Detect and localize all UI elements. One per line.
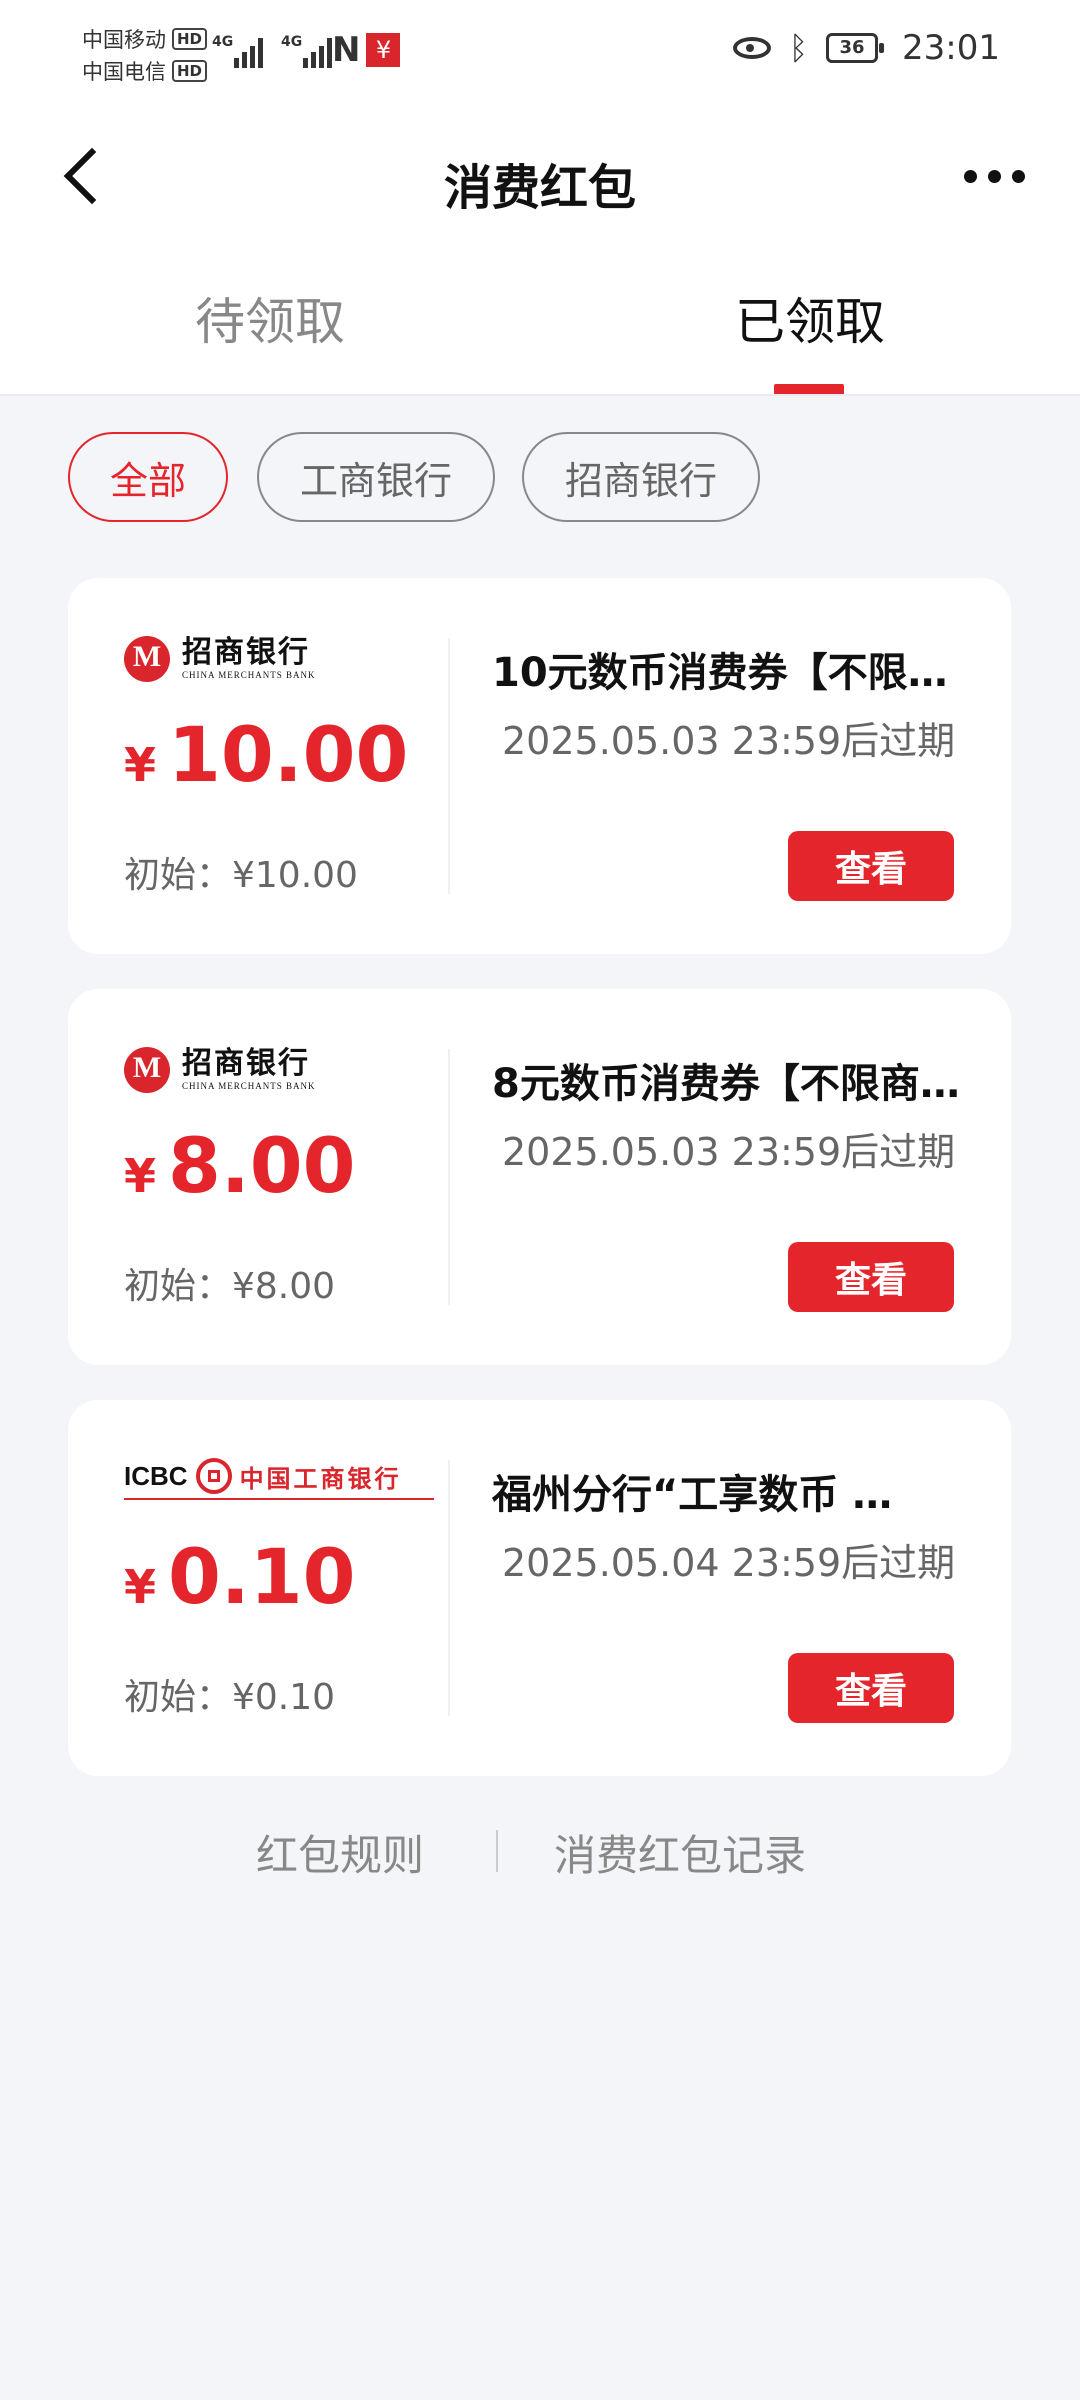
carrier-2: 中国电信 HD [82,56,208,86]
filter-chip-icbc[interactable]: 工商银行 [257,432,495,522]
amount-value: 8.00 [168,1121,356,1210]
carrier-1-name: 中国移动 [82,28,166,52]
coupon-title: 10元数币消费券【不限商户】 [492,650,962,696]
records-link[interactable]: 消费红包记录 [554,1822,806,1883]
signal-strength-icon: 4G [281,30,332,68]
tab-unclaimed[interactable]: 待领取 [120,282,420,354]
bank-name: 招商银行 [182,635,310,670]
signal-indicators: 4G 4G [212,30,332,68]
view-button[interactable]: 查看 [788,1653,954,1723]
cmb-logo-icon [124,636,170,682]
initial-amount: 初始：¥8.00 [124,1266,336,1307]
network-type-1: 4G [212,34,234,50]
amount-value: 10.00 [168,710,409,799]
status-right: ᛒ 36 23:01 [732,28,1000,68]
footer-separator [496,1830,498,1872]
eye-icon [732,37,771,59]
rules-link[interactable]: 红包规则 [256,1822,424,1883]
card-divider [448,1460,450,1716]
page-title: 消费红包 [443,160,636,216]
coupon-card: 招商银行 CHINA MERCHANTS BANK ¥ 10.00 初始：¥10… [68,578,1011,954]
network-type-2: 4G [281,34,303,50]
coupon-amount: ¥ 8.00 [124,1121,356,1210]
currency-symbol: ¥ [124,1560,157,1614]
bank-name: 中国工商银行 [239,1464,402,1493]
cmb-logo: 招商银行 CHINA MERCHANTS BANK [124,1047,316,1093]
coupon-title: 福州分行“工享数币 … [492,1472,893,1518]
coupon-amount: ¥ 10.00 [124,710,408,799]
icbc-logo-icon [195,1458,232,1494]
carrier-1: 中国移动 HD [82,24,208,54]
hd-badge: HD [172,28,208,50]
coupon-title: 8元数币消费券【不限商户】 [492,1061,962,1107]
amount-value: 0.10 [168,1532,356,1621]
initial-amount: 初始：¥0.10 [124,1677,336,1718]
coupon-card: ICBC 中国工商银行 ¥ 0.10 初始：¥0.10 福州分行“工享数币 … … [68,1400,1011,1776]
icbc-logo: ICBC 中国工商银行 [124,1458,434,1500]
bank-name: 招商银行 [182,1046,310,1081]
initial-amount: 初始：¥10.00 [124,855,358,896]
signal-strength-icon: 4G [212,30,263,68]
filter-chip-cmb[interactable]: 招商银行 [522,432,760,522]
coupon-expiry: 2025.05.03 23:59后过期 [502,1130,956,1174]
bank-name-en: CHINA MERCHANTS BANK [182,670,316,680]
ecny-icon: ¥ [366,33,401,67]
battery-icon: 36 [826,33,885,63]
view-button[interactable]: 查看 [788,1242,954,1312]
carrier-2-name: 中国电信 [82,60,166,84]
coupon-amount: ¥ 0.10 [124,1532,356,1621]
bank-name-en: CHINA MERCHANTS BANK [182,1081,316,1091]
more-options-icon[interactable] [964,170,1025,183]
status-bar: 中国移动 HD 中国电信 HD 4G 4G N ¥ ᛒ 36 23:01 [0,0,1080,110]
hd-badge: HD [172,60,208,82]
currency-symbol: ¥ [124,738,157,792]
bank-name-en: ICBC [124,1460,188,1491]
filter-chip-all[interactable]: 全部 [68,432,228,522]
card-divider [448,638,450,894]
view-button[interactable]: 查看 [788,831,954,901]
bluetooth-icon: ᛒ [788,29,809,67]
divider [0,394,1080,396]
cmb-logo-icon [124,1047,170,1093]
coupon-card: 招商银行 CHINA MERCHANTS BANK ¥ 8.00 初始：¥8.0… [68,989,1011,1365]
clock: 23:01 [902,28,1000,68]
status-extras: N ¥ [332,30,401,70]
nfc-icon: N [332,30,361,70]
currency-symbol: ¥ [124,1149,157,1203]
card-divider [448,1049,450,1305]
coupon-expiry: 2025.05.04 23:59后过期 [502,1541,956,1585]
tab-claimed[interactable]: 已领取 [660,282,960,354]
coupon-expiry: 2025.05.03 23:59后过期 [502,719,956,763]
cmb-logo: 招商银行 CHINA MERCHANTS BANK [124,636,316,682]
